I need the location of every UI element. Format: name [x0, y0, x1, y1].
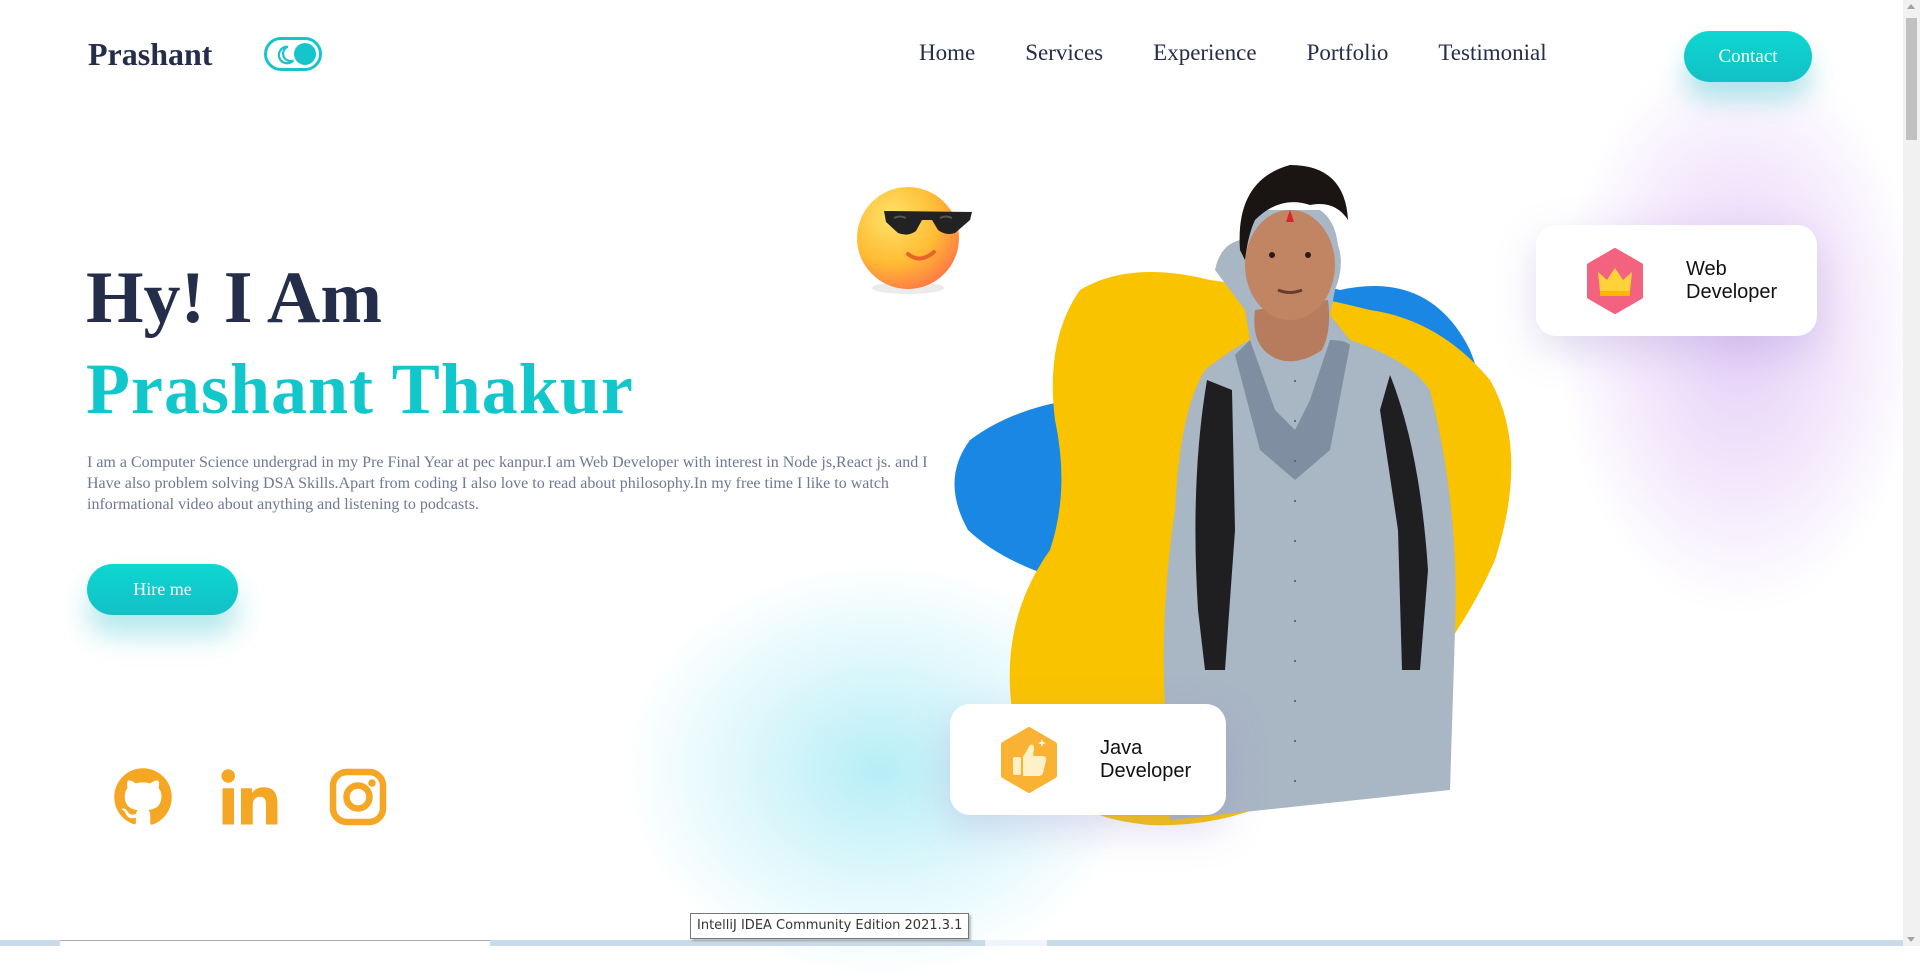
nav-testimonial[interactable]: Testimonial — [1438, 40, 1546, 66]
taskbar-window-tab[interactable] — [985, 940, 1047, 946]
java-developer-card: Java Developer — [950, 704, 1226, 815]
web-card-line2: Developer — [1686, 280, 1778, 303]
nav-experience[interactable]: Experience — [1153, 40, 1256, 66]
theme-toggle[interactable] — [264, 37, 322, 71]
scroll-thumb[interactable] — [1906, 18, 1917, 140]
nav-services[interactable]: Services — [1025, 40, 1103, 66]
main-nav: Home Services Experience Portfolio Testi… — [919, 40, 1597, 66]
moon-icon — [277, 45, 295, 65]
web-developer-card: Web Developer — [1536, 225, 1817, 336]
scroll-down-arrow-icon[interactable] — [1907, 937, 1915, 942]
web-card-line1: Web — [1686, 257, 1727, 280]
hire-me-button[interactable]: Hire me — [87, 564, 238, 615]
nav-home[interactable]: Home — [919, 40, 975, 66]
taskbar-strip — [0, 940, 1903, 946]
java-card-line1: Java — [1100, 736, 1143, 759]
github-icon[interactable] — [113, 766, 173, 828]
nav-portfolio[interactable]: Portfolio — [1307, 40, 1389, 66]
hero-name: Prashant Thakur — [86, 349, 634, 429]
thumbs-up-icon — [1001, 726, 1057, 793]
taskbar-tooltip: IntelliJ IDEA Community Edition 2021.3.1 — [690, 913, 970, 939]
toggle-knob — [294, 43, 316, 65]
brand-logo[interactable]: Prashant — [88, 36, 212, 73]
scroll-up-arrow-icon[interactable] — [1907, 4, 1915, 9]
crown-icon — [1587, 247, 1643, 314]
taskbar-window-preview[interactable] — [60, 940, 490, 946]
instagram-icon[interactable] — [328, 766, 388, 828]
linkedin-icon[interactable] — [220, 766, 280, 828]
hero-description: I am a Computer Science undergrad in my … — [87, 454, 928, 513]
contact-button[interactable]: Contact — [1684, 31, 1812, 82]
java-card-line2: Developer — [1100, 759, 1192, 782]
hero-greeting: Hy! I Am — [86, 257, 382, 339]
vertical-scrollbar[interactable] — [1903, 0, 1920, 946]
